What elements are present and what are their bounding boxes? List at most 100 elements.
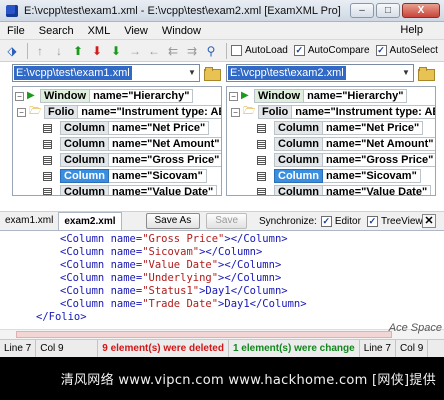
node-attr: name="Gross Price"	[322, 153, 435, 167]
tree-node[interactable]: Column name="Net Price"	[257, 120, 424, 136]
arrow-right-icon[interactable]: →	[127, 43, 143, 59]
next-difference-up-icon[interactable]: ⬆	[70, 43, 86, 59]
arrow-down-icon[interactable]: ↓	[51, 43, 67, 59]
save-button[interactable]: Save	[206, 213, 248, 229]
compare-icon[interactable]: ⬗	[4, 43, 20, 59]
line-value: "Value Date"	[142, 259, 219, 271]
line-open: <Column name=	[60, 298, 143, 310]
node-tag: Column	[60, 137, 109, 151]
node-tag: Window	[254, 89, 305, 103]
editor-sync-checkbox[interactable]: ✓ Editor	[320, 215, 361, 227]
tree-node[interactable]: Column name="Net Amount"	[257, 136, 435, 152]
tree-node[interactable]: Column name="Net Price"	[43, 120, 210, 136]
node-attr: name="Hierarchy"	[90, 89, 194, 103]
scrollbar-thumb[interactable]	[16, 331, 392, 338]
status-deleted: 9 element(s) were deleted	[98, 339, 229, 358]
treeview-sync-checkbox[interactable]: ✓ TreeView	[366, 215, 423, 227]
line-close: ></Column>	[224, 233, 288, 245]
autocompare-checkbox-box: ✓	[293, 45, 305, 56]
save-as-button[interactable]: Save As	[145, 213, 201, 229]
right-tree-view[interactable]: − ▶ Window name="Hierarchy" − 🗁 Folio na…	[226, 86, 436, 196]
right-path-text: E:\vcpp\test\exam2.xml	[228, 66, 346, 80]
left-path-combo[interactable]: E:\vcpp\test\exam1.xml ▼	[12, 64, 200, 82]
tree-node[interactable]: Column name="Value Date"	[43, 184, 218, 195]
filter-icon[interactable]: ⚲	[203, 43, 219, 59]
tree-node[interactable]: Column name="Value Date"	[257, 184, 432, 195]
line-open: <Column name=	[60, 246, 143, 258]
leaf-node-icon	[257, 187, 266, 195]
status-col-right: Col 9	[396, 339, 429, 358]
arrow-up-icon[interactable]: ↑	[32, 43, 48, 59]
node-tag: Column	[274, 121, 323, 135]
tree-node-selected[interactable]: Column name="Sicovam"	[257, 168, 421, 184]
horizontal-scrollbar[interactable]	[0, 329, 444, 339]
tree-node[interactable]: − ▶ Window name="Hierarchy"	[15, 88, 194, 104]
status-changed: 1 element(s) were change	[229, 339, 360, 358]
tree-node[interactable]: − 🗁 Folio name="Instrument type: ABCI	[17, 104, 221, 120]
folio-node-icon: 🗁	[243, 106, 256, 117]
chevron-down-icon[interactable]: ▼	[185, 65, 199, 81]
menu-xml[interactable]: XML	[81, 25, 118, 37]
open-folder-icon[interactable]	[418, 66, 435, 81]
arrow-left-icon[interactable]: ←	[146, 43, 162, 59]
tree-node-selected[interactable]: Column name="Sicovam"	[43, 168, 207, 184]
node-attr: name="Net Price"	[108, 121, 210, 135]
editor-sync-label: Editor	[334, 215, 361, 227]
tree-node[interactable]: Column name="Net Amount"	[43, 136, 221, 152]
node-attr: name="Hierarchy"	[304, 89, 408, 103]
tab-exam1[interactable]: exam1.xml	[0, 212, 58, 230]
leaf-node-icon	[43, 187, 52, 195]
line-value: "Trade Date"	[142, 298, 219, 310]
copy-right-icon[interactable]: ⇉	[184, 43, 200, 59]
line-close: >Day1</Column>	[199, 285, 288, 297]
line-open: <Column name=	[60, 285, 143, 297]
autoselect-checkbox-box: ✓	[375, 45, 387, 56]
close-editor-icon[interactable]: ✕	[422, 214, 436, 228]
minimize-button[interactable]: –	[350, 3, 374, 18]
menu-window[interactable]: Window	[155, 25, 208, 37]
node-tag: Column	[60, 121, 109, 135]
chevron-down-icon[interactable]: ▼	[399, 65, 413, 81]
status-bar: Line 7 Col 9 9 element(s) were deleted 1…	[0, 339, 444, 358]
menu-file[interactable]: File	[0, 25, 32, 37]
leaf-node-icon	[43, 139, 52, 149]
next-change-down-icon[interactable]: ⬇	[108, 43, 124, 59]
leaf-node-icon	[257, 171, 266, 181]
leaf-node-icon	[43, 155, 52, 165]
node-tag: Window	[40, 89, 91, 103]
xml-editor[interactable]: <Column name="Gross Price"></Column> <Co…	[0, 231, 444, 339]
close-button[interactable]: X	[402, 3, 440, 18]
open-folder-icon[interactable]	[204, 66, 221, 81]
collapse-icon[interactable]: −	[17, 107, 26, 117]
editor-line-closing: </Folio>	[36, 311, 87, 323]
tree-node[interactable]: Column name="Gross Price"	[257, 152, 435, 168]
autoselect-label: AutoSelect	[389, 45, 438, 56]
tree-node[interactable]: − 🗁 Folio name="Instrument type: ABC	[231, 104, 435, 120]
copy-left-icon[interactable]: ⇇	[165, 43, 181, 59]
maximize-button[interactable]: □	[376, 3, 400, 18]
right-path-combo[interactable]: E:\vcpp\test\exam2.xml ▼	[226, 64, 414, 82]
autocompare-checkbox[interactable]: ✓ AutoCompare	[293, 45, 370, 56]
folio-node-icon: 🗁	[29, 106, 42, 117]
next-difference-down-icon[interactable]: ⬇	[89, 43, 105, 59]
tab-exam2[interactable]: exam2.xml	[58, 212, 122, 230]
window-node-icon: ▶	[27, 90, 35, 101]
collapse-icon[interactable]: −	[15, 91, 24, 101]
autoselect-checkbox[interactable]: ✓ AutoSelect	[375, 45, 438, 56]
left-tree-view[interactable]: − ▶ Window name="Hierarchy" − 🗁 Folio na…	[12, 86, 222, 196]
autoload-checkbox[interactable]: AutoLoad	[231, 45, 288, 56]
window-node-icon: ▶	[241, 90, 249, 101]
tree-node[interactable]: Column name="Gross Price"	[43, 152, 221, 168]
menu-bar: File Search XML View Window Help	[0, 22, 444, 40]
editor-line: <Column name="Value Date"></Column>	[60, 259, 281, 272]
editor-line: <Column name="Underlying"></Column>	[60, 272, 281, 285]
collapse-icon[interactable]: −	[231, 107, 240, 117]
menu-help[interactable]: Help	[393, 24, 430, 36]
menu-view[interactable]: View	[117, 25, 155, 37]
collapse-icon[interactable]: −	[229, 91, 238, 101]
right-path-row: E:\vcpp\test\exam2.xml ▼	[226, 62, 435, 84]
leaf-node-icon	[257, 139, 266, 149]
tree-node[interactable]: − ▶ Window name="Hierarchy"	[229, 88, 408, 104]
menu-search[interactable]: Search	[32, 25, 81, 37]
line-open: <Column name=	[60, 259, 143, 271]
